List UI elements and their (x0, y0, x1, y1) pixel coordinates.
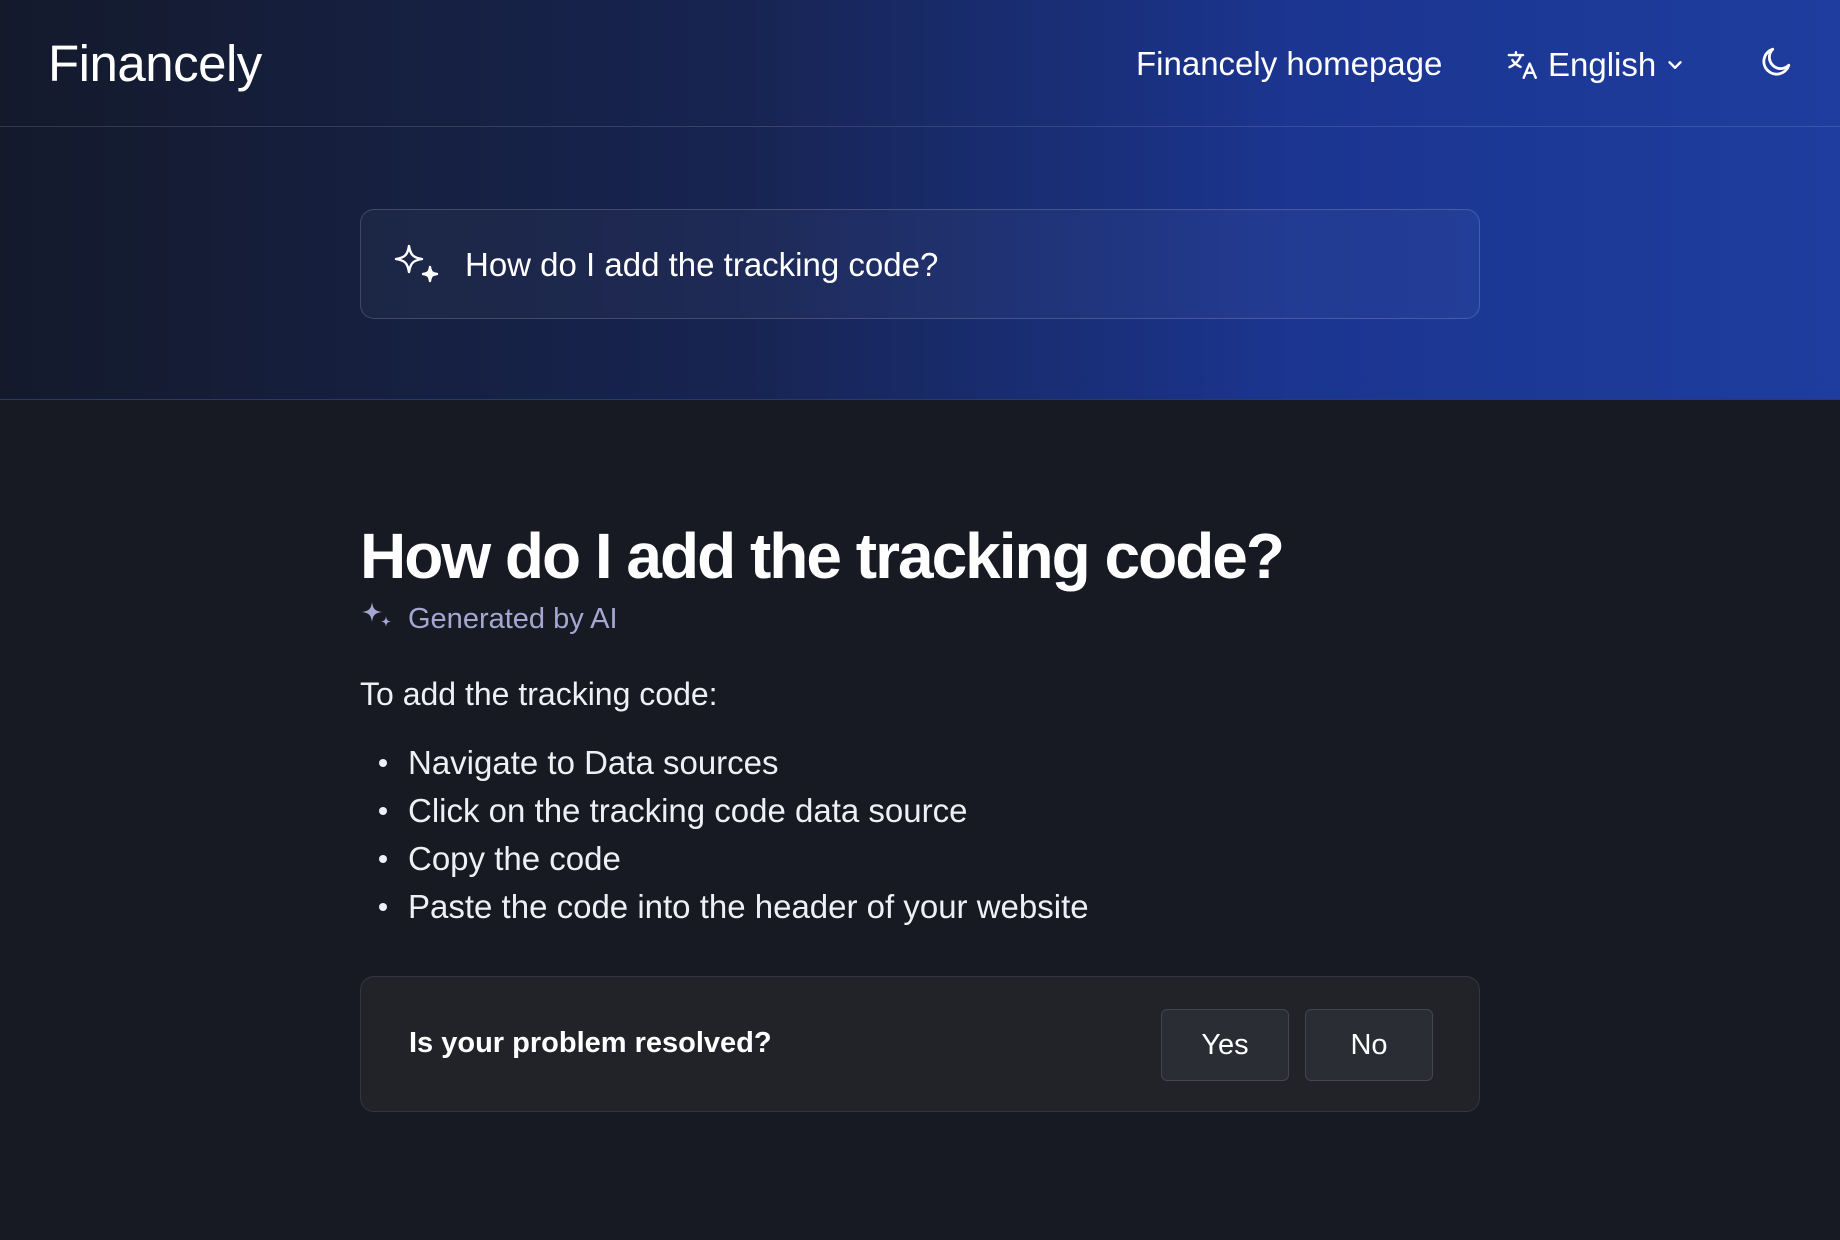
chevron-down-icon (1664, 54, 1686, 76)
step-text: Click on the tracking code data source (408, 792, 968, 829)
answer-content: How do I add the tracking code? Generate… (360, 520, 1480, 931)
answer-intro: To add the tracking code: (360, 676, 718, 712)
search-query[interactable]: How do I add the tracking code? (465, 246, 938, 284)
moon-icon (1758, 47, 1794, 84)
step-text: Copy the code (408, 840, 621, 877)
page-title: How do I add the tracking code? (360, 520, 1285, 592)
step-text: Paste the code into the header of your w… (408, 888, 1089, 925)
steps-list: Navigate to Data sources Click on the tr… (360, 739, 1480, 931)
theme-toggle-button[interactable] (1758, 44, 1794, 80)
list-item: Copy the code (360, 835, 1480, 883)
step-text: Navigate to Data sources (408, 744, 779, 781)
translate-icon (1506, 48, 1540, 82)
list-item: Click on the tracking code data source (360, 787, 1480, 835)
language-selector[interactable]: English (1506, 43, 1686, 87)
sparkle-icon (391, 243, 443, 292)
list-item: Paste the code into the header of your w… (360, 883, 1480, 931)
feedback-panel: Is your problem resolved? Yes No (360, 976, 1480, 1112)
no-button[interactable]: No (1305, 1009, 1433, 1081)
brand-logo[interactable]: Financely (48, 34, 262, 93)
ai-generated-note: Generated by AI (360, 600, 1480, 638)
ai-generated-label: Generated by AI (408, 602, 618, 635)
language-label: English (1548, 46, 1657, 83)
search-bar[interactable]: How do I add the tracking code? (360, 209, 1480, 319)
yes-button[interactable]: Yes (1161, 1009, 1289, 1081)
feedback-question: Is your problem resolved? (409, 1027, 772, 1059)
sparkle-icon (360, 600, 394, 638)
homepage-link[interactable]: Financely homepage (1136, 45, 1442, 83)
list-item: Navigate to Data sources (360, 739, 1480, 787)
top-navbar: Financely Financely homepage English (0, 0, 1840, 127)
hero-banner: Financely Financely homepage English How… (0, 0, 1840, 400)
